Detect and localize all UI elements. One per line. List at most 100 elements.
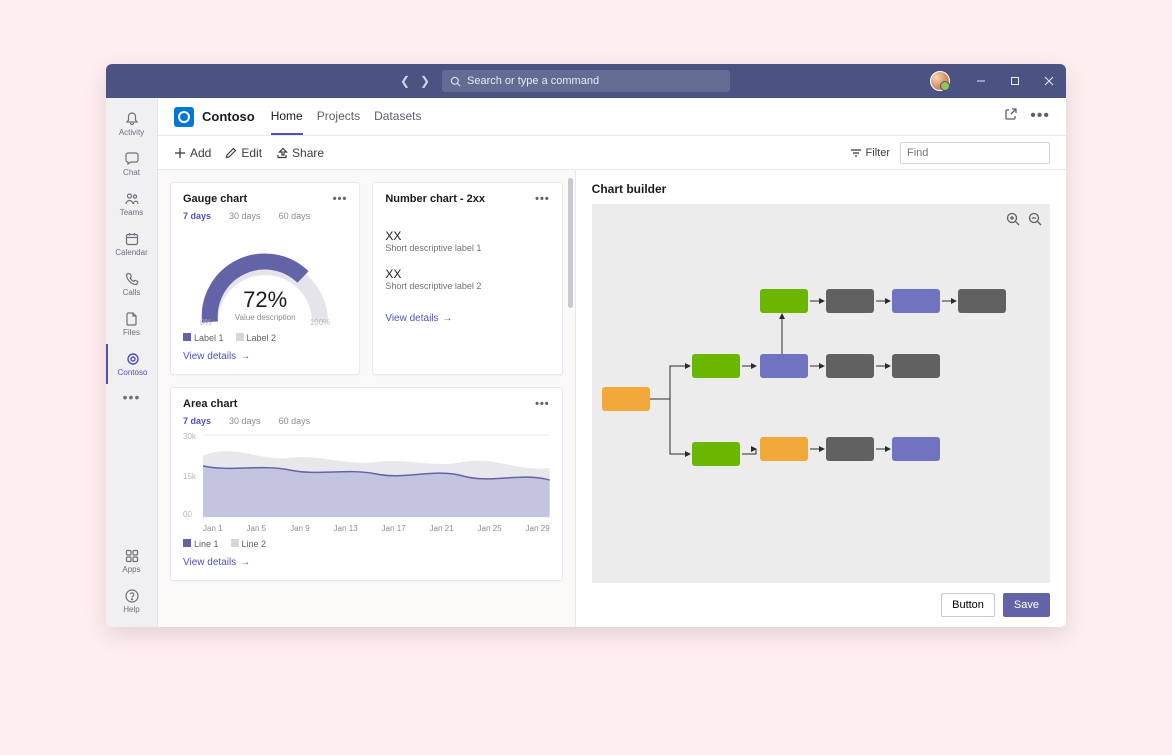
rail-label: Files [123,328,140,337]
avatar[interactable] [930,71,950,91]
nav-forward-button[interactable]: ❯ [416,74,434,88]
tab-datasets[interactable]: Datasets [374,99,421,135]
flow-node[interactable] [826,289,874,313]
chat-icon [124,151,140,167]
xtick: Jan 1 [203,524,223,533]
toolbar: Add Edit Share Filter [158,136,1066,170]
card-more-button[interactable]: ••• [333,193,348,205]
rail-label: Help [123,605,139,614]
window-maximize-button[interactable] [998,64,1032,98]
rail-chat[interactable]: Chat [106,144,158,184]
flow-node[interactable] [892,289,940,313]
add-button[interactable]: Add [174,146,211,160]
card-title: Area chart [183,398,237,410]
filter-button[interactable]: Filter [850,147,890,159]
xtick: Jan 17 [382,524,406,533]
ytick: 30k [183,432,196,441]
share-icon [276,147,288,159]
flow-node[interactable] [760,437,808,461]
flow-node[interactable] [892,354,940,378]
card-more-button[interactable]: ••• [535,398,550,410]
rail-files[interactable]: Files [106,304,158,344]
filter-icon [850,147,862,159]
range-7d[interactable]: 7 days [183,416,211,426]
number-value: XX [385,267,549,281]
arrow-right-icon: → [240,557,250,568]
save-button[interactable]: Save [1003,593,1050,617]
range-60d[interactable]: 60 days [279,416,311,426]
search-placeholder: Search or type a command [467,75,599,87]
popout-button[interactable] [1004,107,1018,126]
flow-node[interactable] [692,354,740,378]
card-more-button[interactable]: ••• [535,193,550,205]
legend-item: Line 2 [231,539,267,549]
rail-calendar[interactable]: Calendar [106,224,158,264]
titlebar: ❮ ❯ Search or type a command [106,64,1066,98]
xtick: Jan 13 [334,524,358,533]
rail-label: Activity [119,128,144,137]
rail-teams[interactable]: Teams [106,184,158,224]
window-minimize-button[interactable] [964,64,998,98]
calendar-icon [124,231,140,247]
share-label: Share [292,146,324,160]
arrow-right-icon: → [240,351,250,362]
legend-item: Line 1 [183,539,219,549]
device-frame: ❮ ❯ Search or type a command Activity Ch… [0,40,1172,715]
window-close-button[interactable] [1032,64,1066,98]
add-label: Add [190,146,211,160]
zoom-in-button[interactable] [1006,212,1020,231]
rail-more[interactable]: ••• [106,384,158,410]
rail-activity[interactable]: Activity [106,104,158,144]
phone-icon [124,271,140,287]
nav-back-button[interactable]: ❮ [396,74,414,88]
range-30d[interactable]: 30 days [229,416,261,426]
file-icon [124,311,140,327]
flow-node[interactable] [892,437,940,461]
share-button[interactable]: Share [276,146,324,160]
app-window: ❮ ❯ Search or type a command Activity Ch… [106,64,1066,627]
flow-node[interactable] [602,387,650,411]
range-60d[interactable]: 60 days [279,211,311,221]
flow-node[interactable] [760,354,808,378]
app-rail: Activity Chat Teams Calendar Calls Files [106,98,158,627]
find-field[interactable] [907,147,1049,159]
area-card: Area chart ••• 7 days 30 days 60 days 30… [170,387,563,581]
edit-button[interactable]: Edit [225,146,262,160]
zoom-out-icon [1028,212,1042,226]
flow-node[interactable] [826,354,874,378]
card-title: Number chart - 2xx [385,193,485,205]
view-details-link[interactable]: View details→ [385,313,452,324]
flow-node[interactable] [760,289,808,313]
range-7d[interactable]: 7 days [183,211,211,221]
help-icon [124,588,140,604]
bell-icon [124,111,140,127]
rail-calls[interactable]: Calls [106,264,158,304]
view-details-link[interactable]: View details→ [183,351,250,362]
zoom-out-button[interactable] [1028,212,1042,231]
pencil-icon [225,147,237,159]
number-row: XX Short descriptive label 1 [385,229,549,253]
view-details-link[interactable]: View details→ [183,557,250,568]
rail-contoso[interactable]: Contoso [106,344,158,384]
global-search-input[interactable]: Search or type a command [442,70,730,92]
contoso-icon [125,351,141,367]
flow-node[interactable] [826,437,874,461]
tab-projects[interactable]: Projects [317,99,360,135]
app-header: Contoso Home Projects Datasets ••• [158,98,1066,136]
find-input[interactable] [900,142,1050,164]
header-more-button[interactable]: ••• [1030,107,1050,126]
flow-node[interactable] [692,442,740,466]
arrow-right-icon: → [443,313,453,324]
zoom-in-icon [1006,212,1020,226]
xtick: Jan 25 [478,524,502,533]
rail-help[interactable]: Help [106,581,158,621]
tab-home[interactable]: Home [271,99,303,135]
number-card: Number chart - 2xx ••• XX Short descript… [372,182,562,375]
gauge-max: 100% [310,318,330,327]
flow-node[interactable] [958,289,1006,313]
filter-label: Filter [866,147,890,159]
builder-canvas[interactable] [592,204,1050,583]
secondary-button[interactable]: Button [941,593,995,617]
range-30d[interactable]: 30 days [229,211,261,221]
rail-apps[interactable]: Apps [106,541,158,581]
